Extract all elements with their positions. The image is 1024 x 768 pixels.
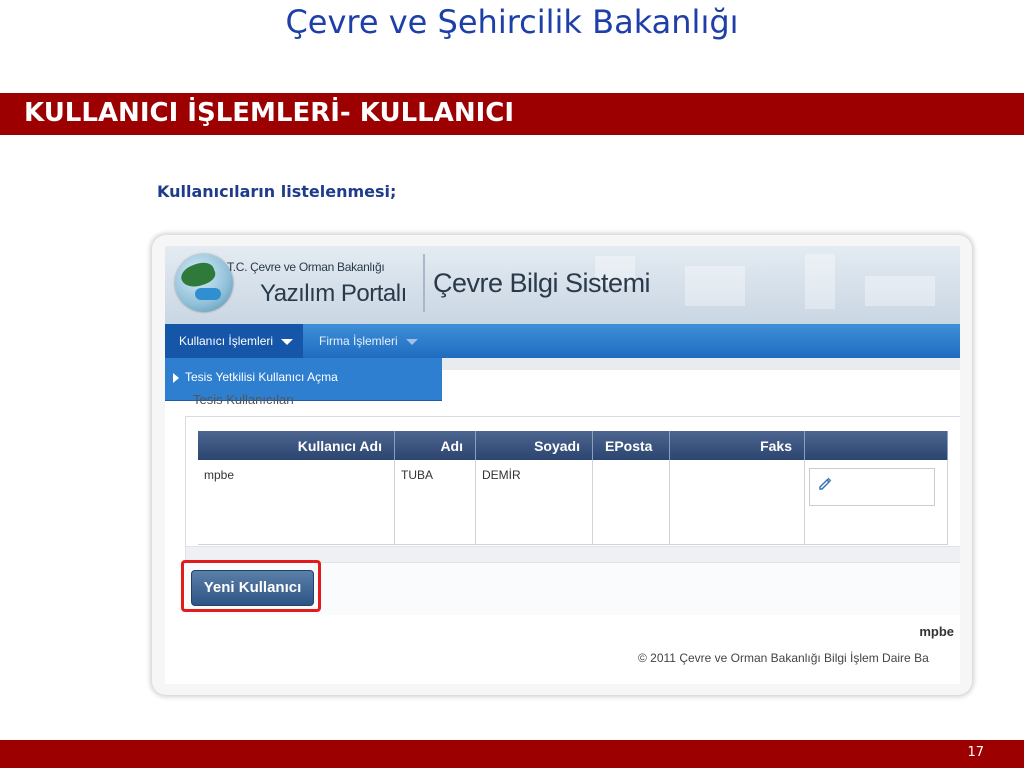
table-header-row: Kullanıcı Adı Adı Soyadı EPosta Faks <box>198 431 948 460</box>
org-name: T.C. Çevre ve Orman Bakanlığı <box>227 260 385 274</box>
cell-username: mpbe <box>198 460 395 545</box>
edit-icon[interactable] <box>818 477 832 491</box>
header-divider <box>423 254 425 312</box>
chevron-right-icon <box>173 372 179 383</box>
cell-last-name: DEMİR <box>475 460 593 545</box>
menu-item-tesis-yetkilisi[interactable]: Tesis Yetkilisi Kullanıcı Açma <box>173 370 338 384</box>
system-name: Çevre Bilgi Sistemi <box>433 268 651 298</box>
column-header[interactable]: Adı <box>394 431 476 460</box>
nav-item-label: Firma İşlemleri <box>319 334 398 348</box>
column-header[interactable]: Soyadı <box>475 431 593 460</box>
logged-user: mpbe <box>919 624 954 639</box>
section-heading: KULLANICI İŞLEMLERİ- KULLANICI <box>24 98 515 128</box>
nav-item-kullanici-islemleri[interactable]: Kullanıcı İşlemleri <box>165 324 304 358</box>
chevron-down-icon <box>405 338 418 345</box>
section-label: Tesis Kullanıcıları <box>193 392 295 407</box>
app-screenshot: T.C. Çevre ve Orman Bakanlığı Yazılım Po… <box>165 246 960 684</box>
menu-item-label: Tesis Yetkilisi Kullanıcı Açma <box>185 370 338 384</box>
section-banner: KULLANICI İŞLEMLERİ- KULLANICI <box>0 93 1024 135</box>
column-header[interactable]: EPosta <box>592 431 670 460</box>
app-header: T.C. Çevre ve Orman Bakanlığı Yazılım Po… <box>165 246 960 324</box>
app-footer: © 2011 Çevre ve Orman Bakanlığı Bilgi İş… <box>638 651 929 665</box>
nav-bar: Kullanıcı İşlemleri Firma İşlemleri <box>165 324 960 358</box>
column-header <box>804 431 948 460</box>
column-header[interactable]: Faks <box>669 431 805 460</box>
cell-actions <box>804 460 948 545</box>
cell-email <box>592 460 670 545</box>
cell-first-name: TUBA <box>394 460 476 545</box>
page-number: 17 <box>967 745 984 760</box>
new-user-button[interactable]: Yeni Kullanıcı <box>191 570 314 606</box>
column-header[interactable]: Kullanıcı Adı <box>198 431 395 460</box>
table-row: mpbe TUBA DEMİR <box>198 460 948 545</box>
ministry-logo-icon <box>175 254 233 312</box>
chevron-down-icon <box>281 338 294 345</box>
slide-title: Çevre ve Şehircilik Bakanlığı <box>285 3 739 41</box>
users-table-panel: Kullanıcı Adı Adı Soyadı EPosta Faks mpb… <box>185 416 960 548</box>
slide-subtitle: Kullanıcıların listelenmesi; <box>157 182 397 201</box>
nav-item-label: Kullanıcı İşlemleri <box>179 334 274 348</box>
nav-item-firma-islemleri[interactable]: Firma İşlemleri <box>305 324 428 358</box>
cell-fax <box>669 460 805 545</box>
portal-name: Yazılım Portalı <box>260 280 407 307</box>
edit-action-box[interactable] <box>809 468 935 506</box>
slide-footer-band: 17 <box>0 740 1024 768</box>
users-table: Kullanıcı Adı Adı Soyadı EPosta Faks mpb… <box>198 431 948 545</box>
content-strip <box>442 358 960 370</box>
